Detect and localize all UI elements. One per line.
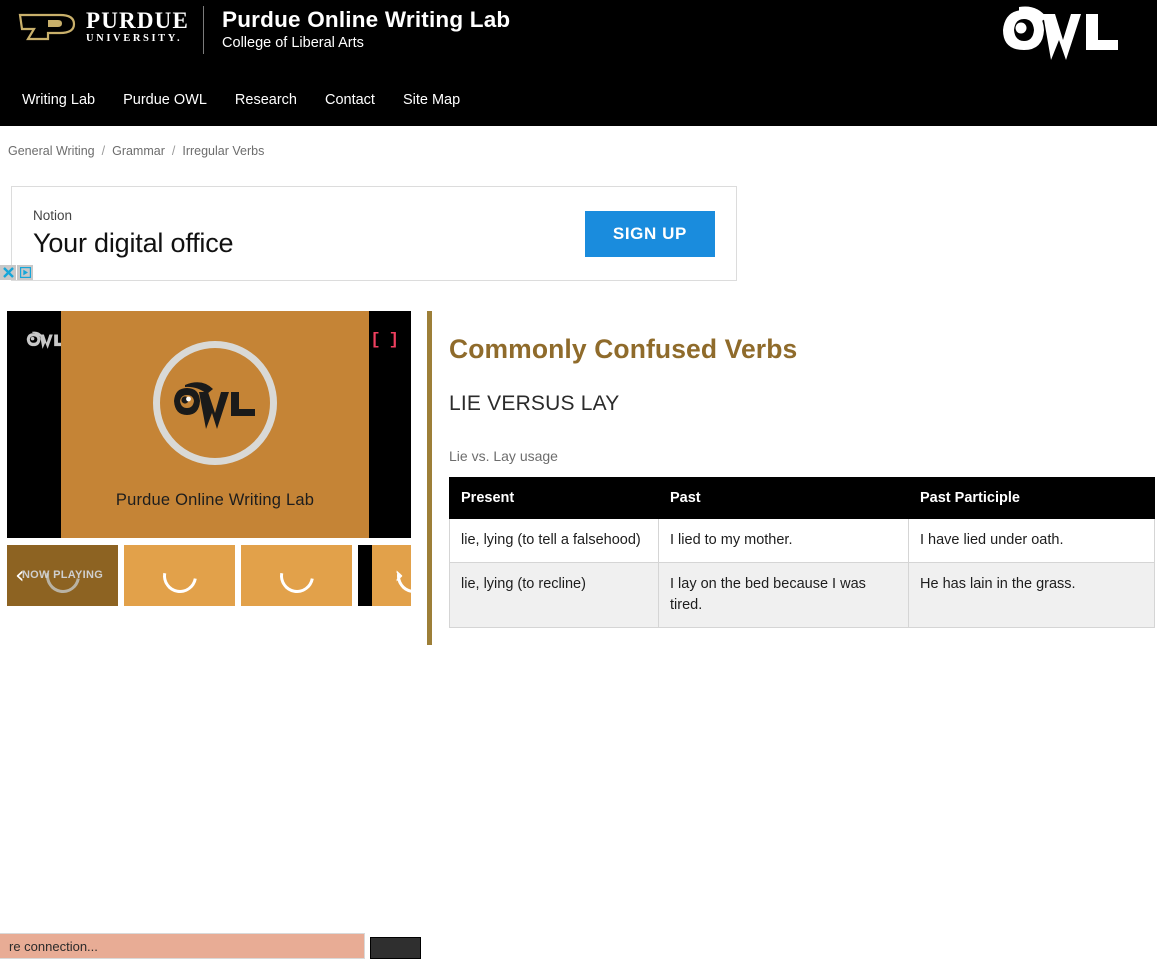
site-subtitle: College of Liberal Arts bbox=[222, 35, 364, 52]
column-header-past-participle: Past Participle bbox=[908, 477, 1155, 519]
advertisement-banner[interactable]: Notion Your digital office SIGN UP bbox=[11, 186, 737, 281]
video-caption: Purdue Online Writing Lab bbox=[115, 491, 315, 509]
header-divider bbox=[203, 6, 205, 54]
table-caption: Lie vs. Lay usage bbox=[449, 448, 558, 464]
table-head: Present Past Past Participle bbox=[449, 477, 1155, 519]
verb-conjugation-table: Present Past Past Participle lie, lying … bbox=[449, 477, 1155, 629]
breadcrumb-item-grammar[interactable]: Grammar bbox=[112, 144, 165, 158]
site-title: Purdue Online Writing Lab bbox=[222, 7, 511, 32]
loading-spinner-icon bbox=[272, 551, 321, 600]
carousel-next-icon[interactable]: › bbox=[394, 563, 404, 587]
nav-item-site-map[interactable]: Site Map bbox=[389, 88, 474, 112]
ad-close-icon[interactable] bbox=[0, 265, 16, 280]
table-row: lie, lying (to recline) I lay on the bed… bbox=[449, 562, 1155, 629]
purdue-wordmark: PURDUE UNIVERSITY. bbox=[86, 8, 189, 45]
nav-item-contact[interactable]: Contact bbox=[311, 88, 389, 112]
purdue-name-text: PURDUE bbox=[86, 8, 190, 33]
thumbnail-item[interactable] bbox=[241, 545, 352, 606]
video-thumbnail-carousel: ‹ NOW PLAYING › bbox=[7, 545, 411, 606]
cell-past-participle: I have lied under oath. bbox=[908, 517, 1155, 564]
nav-item-research[interactable]: Research bbox=[221, 88, 311, 112]
table-header-row: Present Past Past Participle bbox=[449, 477, 1155, 519]
owl-brand-icon bbox=[174, 382, 255, 429]
purdue-subname-text: UNIVERSITY. bbox=[86, 33, 183, 44]
purdue-p-mark-icon bbox=[18, 14, 76, 41]
table-row: lie, lying (to tell a falsehood) I lied … bbox=[449, 517, 1155, 564]
site-header: PURDUE UNIVERSITY. Purdue Online Writing… bbox=[0, 0, 1157, 126]
notice-action-button[interactable] bbox=[370, 937, 421, 959]
connection-notice-text: re connection... bbox=[9, 938, 98, 954]
nav-item-writing-lab[interactable]: Writing Lab bbox=[8, 88, 109, 112]
ad-headline: Your digital office bbox=[33, 227, 234, 258]
adchoices-triangle-icon bbox=[19, 267, 31, 278]
cell-past: I lay on the bed because I was tired. bbox=[658, 562, 909, 629]
breadcrumb: General Writing / Grammar / Irregular Ve… bbox=[0, 126, 1157, 160]
cell-present: lie, lying (to recline) bbox=[449, 562, 659, 629]
carousel-prev-icon[interactable]: ‹ bbox=[15, 563, 25, 587]
video-fullscreen-icon[interactable]: [ ] bbox=[370, 331, 399, 350]
owl-logo-icon[interactable] bbox=[991, 2, 1141, 62]
nav-item-purdue-owl[interactable]: Purdue OWL bbox=[109, 88, 221, 112]
video-player[interactable]: [ ] Purdue Online Writing Lab bbox=[7, 311, 411, 538]
article-content: Commonly Confused Verbs LIE VERSUS LAY L… bbox=[427, 311, 1157, 645]
main-navigation: Writing Lab Purdue OWL Research Contact … bbox=[0, 88, 474, 112]
connection-notice-bar: re connection... bbox=[0, 933, 365, 959]
brand-titles: Purdue Online Writing Lab College of Lib… bbox=[222, 6, 510, 54]
cell-past-participle: He has lain in the grass. bbox=[908, 562, 1155, 629]
breadcrumb-separator: / bbox=[171, 144, 176, 158]
video-player-column: [ ] Purdue Online Writing Lab ‹ NOW PLAY… bbox=[0, 311, 421, 959]
breadcrumb-item-irregular-verbs[interactable]: Irregular Verbs bbox=[182, 144, 264, 158]
brand-row: PURDUE UNIVERSITY. Purdue Online Writing… bbox=[0, 0, 1157, 62]
video-content-frame: Purdue Online Writing Lab bbox=[61, 311, 369, 538]
purdue-university-logo[interactable]: PURDUE UNIVERSITY. bbox=[14, 6, 189, 45]
table-body: lie, lying (to tell a falsehood) I lied … bbox=[449, 517, 1155, 629]
ad-choices-controls bbox=[0, 265, 33, 280]
thumbnail-letterbox bbox=[358, 545, 372, 606]
breadcrumb-separator: / bbox=[101, 144, 106, 158]
owl-logo-ring bbox=[153, 341, 277, 465]
section-heading: LIE VERSUS LAY bbox=[449, 392, 620, 415]
thumbnail-item[interactable] bbox=[124, 545, 235, 606]
cell-present: lie, lying (to tell a falsehood) bbox=[449, 517, 659, 564]
column-header-past: Past bbox=[658, 477, 909, 519]
now-playing-label: NOW PLAYING bbox=[21, 568, 104, 581]
page-title: Commonly Confused Verbs bbox=[449, 334, 798, 364]
cell-past: I lied to my mother. bbox=[658, 517, 909, 564]
ad-brand-name: Notion bbox=[33, 208, 73, 224]
breadcrumb-item-general-writing[interactable]: General Writing bbox=[8, 144, 95, 158]
ad-text-block: Notion Your digital office bbox=[12, 208, 585, 258]
loading-spinner-icon bbox=[155, 551, 204, 600]
close-x-icon bbox=[2, 267, 14, 278]
ad-signup-button[interactable]: SIGN UP bbox=[584, 210, 715, 257]
adchoices-icon[interactable] bbox=[17, 265, 33, 280]
column-header-present: Present bbox=[449, 477, 659, 519]
